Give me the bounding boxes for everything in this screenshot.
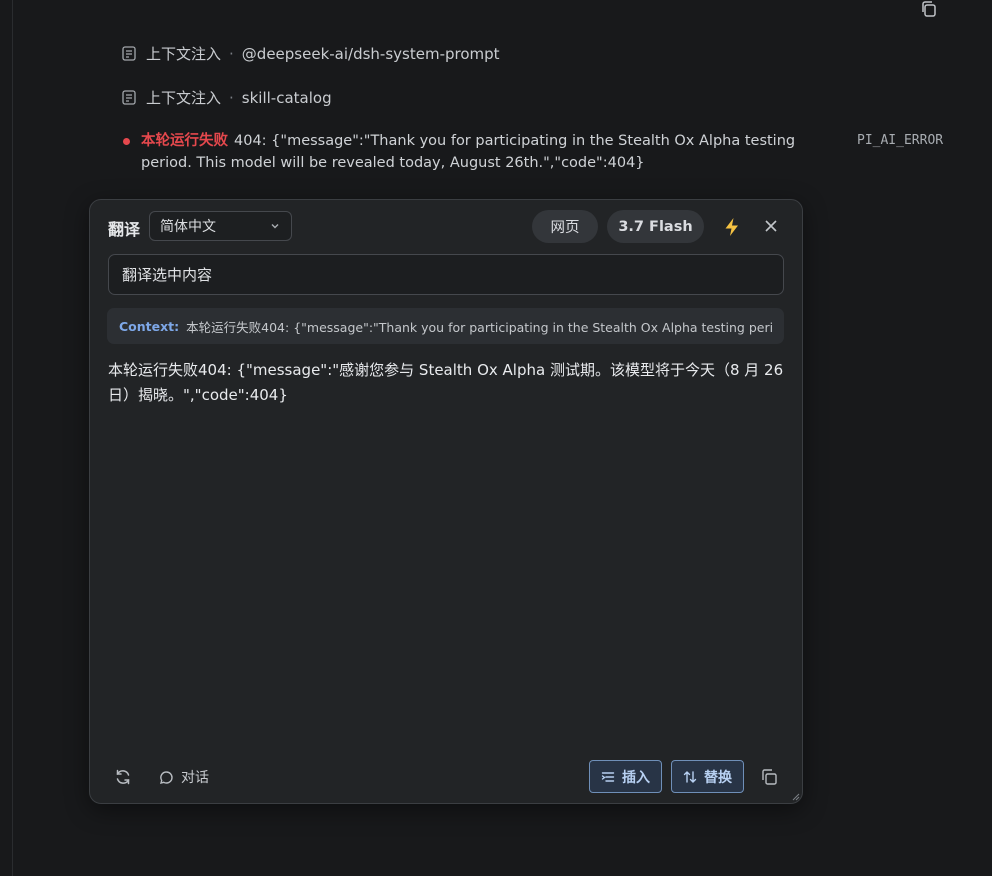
error-title: 本轮运行失败 xyxy=(141,133,228,149)
translation-result: 本轮运行失败404: {"message":"感谢您参与 Stealth Ox … xyxy=(108,361,784,404)
resize-handle-icon[interactable] xyxy=(792,793,800,801)
translate-panel: 翻译 简体中文 网页 3.7 Flash 翻译选中内容 Context: 本轮运… xyxy=(89,199,803,804)
context-row-separator: · xyxy=(229,88,234,107)
chat-bubble-icon xyxy=(160,770,173,784)
document-icon xyxy=(122,46,136,61)
error-message: 404: {"message":"Thank you for participa… xyxy=(141,133,796,171)
refresh-icon[interactable] xyxy=(114,768,132,786)
language-value: 简体中文 xyxy=(160,219,216,235)
swap-arrows-icon xyxy=(683,770,697,783)
context-row-value: skill-catalog xyxy=(241,88,332,107)
lightning-icon[interactable] xyxy=(721,216,743,238)
copy-icon[interactable] xyxy=(919,0,939,19)
error-code: PI_AI_ERROR xyxy=(857,133,944,148)
chevron-down-icon xyxy=(271,224,279,229)
chat-button[interactable]: 对话 xyxy=(159,767,209,787)
context-bar: Context: 本轮运行失败404: {"message":"Thank yo… xyxy=(107,308,784,344)
document-icon xyxy=(122,90,136,105)
context-row-label: 上下文注入 xyxy=(146,45,222,63)
replace-button[interactable]: 替换 xyxy=(671,760,744,793)
context-row-value: @deepseek-ai/dsh-system-prompt xyxy=(241,44,500,63)
replace-label: 替换 xyxy=(704,769,732,786)
context-row-separator: · xyxy=(229,44,234,63)
context-row-label: 上下文注入 xyxy=(146,89,222,107)
context-label: Context: xyxy=(119,318,180,334)
prompt-input[interactable]: 翻译选中内容 xyxy=(108,254,784,295)
panel-title: 翻译 xyxy=(108,220,141,239)
language-select[interactable]: 简体中文 xyxy=(149,211,292,241)
context-text: 本轮运行失败404: {"message":"Thank you for par… xyxy=(186,319,772,335)
model-select-button[interactable]: 3.7 Flash xyxy=(607,210,704,243)
context-injection-row: 上下文注入 · skill-catalog xyxy=(122,87,332,108)
insert-label: 插入 xyxy=(622,769,650,786)
close-icon[interactable] xyxy=(763,218,779,234)
insert-button[interactable]: 插入 xyxy=(589,760,662,793)
error-status-dot xyxy=(123,138,130,145)
chat-label: 对话 xyxy=(181,770,209,786)
left-divider xyxy=(12,0,13,876)
app-page: 上下文注入 · @deepseek-ai/dsh-system-prompt 上… xyxy=(0,0,992,876)
insert-lines-icon xyxy=(601,771,615,782)
context-injection-row: 上下文注入 · @deepseek-ai/dsh-system-prompt xyxy=(122,43,500,64)
error-text: 本轮运行失败 404: {"message":"Thank you for par… xyxy=(141,130,841,174)
web-toggle-button[interactable]: 网页 xyxy=(532,210,598,243)
copy-icon[interactable] xyxy=(760,768,778,786)
